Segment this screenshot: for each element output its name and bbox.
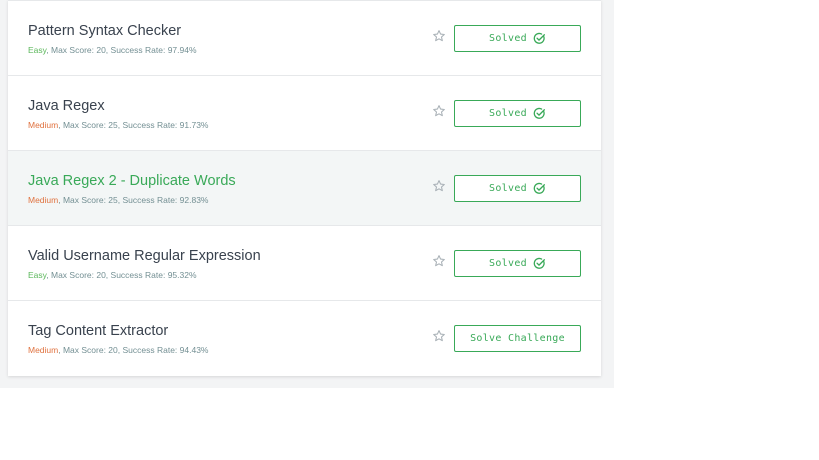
challenge-meta: Easy, Max Score: 20, Success Rate: 95.32… — [28, 270, 197, 280]
difficulty-label: Medium — [28, 345, 59, 355]
solve-challenge-button[interactable]: Solve Challenge — [454, 325, 581, 352]
star-outline-icon[interactable] — [432, 29, 446, 43]
challenge-stats: , Max Score: 20, Success Rate: 94.43% — [58, 345, 209, 355]
challenge-row[interactable]: Tag Content Extractor Medium, Max Score:… — [8, 300, 601, 376]
challenge-meta: Easy, Max Score: 20, Success Rate: 97.94… — [28, 45, 197, 55]
challenge-meta: Medium, Max Score: 25, Success Rate: 91.… — [28, 120, 208, 130]
check-circle-icon — [533, 182, 545, 194]
difficulty-label: Medium — [28, 120, 59, 130]
check-circle-icon — [533, 107, 545, 119]
star-outline-icon[interactable] — [432, 179, 446, 193]
solved-button[interactable]: Solved — [454, 250, 581, 277]
challenge-stats: , Max Score: 25, Success Rate: 91.73% — [58, 120, 209, 130]
challenge-list: Pattern Syntax Checker Easy, Max Score: … — [8, 0, 601, 376]
challenge-stats: , Max Score: 25, Success Rate: 92.83% — [58, 195, 209, 205]
star-outline-icon[interactable] — [432, 329, 446, 343]
challenge-meta: Medium, Max Score: 20, Success Rate: 94.… — [28, 345, 208, 355]
star-outline-icon[interactable] — [432, 104, 446, 118]
solved-button[interactable]: Solved — [454, 175, 581, 202]
challenge-title[interactable]: Java Regex — [28, 98, 105, 114]
button-label: Solved — [489, 33, 527, 44]
challenge-title[interactable]: Tag Content Extractor — [28, 323, 168, 339]
challenge-meta: Medium, Max Score: 25, Success Rate: 92.… — [28, 195, 208, 205]
solved-button[interactable]: Solved — [454, 25, 581, 52]
challenge-row[interactable]: Valid Username Regular Expression Easy, … — [8, 225, 601, 300]
button-label: Solved — [489, 183, 527, 194]
challenge-title[interactable]: Pattern Syntax Checker — [28, 23, 181, 39]
button-label: Solved — [489, 108, 527, 119]
check-circle-icon — [533, 257, 545, 269]
challenge-row[interactable]: Java Regex 2 - Duplicate Words Medium, M… — [8, 150, 601, 225]
check-circle-icon — [533, 32, 545, 44]
solved-button[interactable]: Solved — [454, 100, 581, 127]
challenge-title[interactable]: Valid Username Regular Expression — [28, 248, 261, 264]
difficulty-label: Medium — [28, 195, 59, 205]
star-outline-icon[interactable] — [432, 254, 446, 268]
button-label: Solve Challenge — [470, 333, 565, 344]
challenge-row[interactable]: Java Regex Medium, Max Score: 25, Succes… — [8, 75, 601, 150]
challenge-stats: , Max Score: 20, Success Rate: 97.94% — [46, 45, 197, 55]
difficulty-label: Easy — [28, 45, 47, 55]
challenge-title[interactable]: Java Regex 2 - Duplicate Words — [28, 173, 236, 189]
difficulty-label: Easy — [28, 270, 47, 280]
challenge-stats: , Max Score: 20, Success Rate: 95.32% — [46, 270, 197, 280]
challenge-row[interactable]: Pattern Syntax Checker Easy, Max Score: … — [8, 0, 601, 75]
button-label: Solved — [489, 258, 527, 269]
